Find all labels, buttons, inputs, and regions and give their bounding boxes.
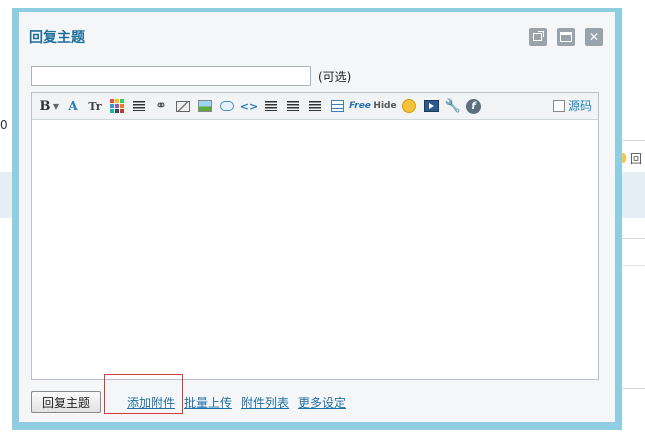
subject-row: (可选)	[31, 66, 351, 86]
maximize-icon[interactable]	[557, 28, 575, 46]
editor-toolbar: B ▼ A Tr ⚭ <> Free Hide 🔧 f 源码	[32, 93, 598, 120]
color-palette-icon[interactable]	[108, 97, 126, 115]
attachment-list-link[interactable]: 附件列表	[241, 394, 289, 411]
font-size-button[interactable]: Tr	[86, 97, 104, 115]
flash-icon[interactable]: f	[466, 98, 481, 114]
float-image-icon[interactable]	[306, 97, 324, 115]
popout-icon[interactable]	[529, 28, 547, 46]
dialog-title: 回复主题	[29, 30, 85, 46]
free-icon[interactable]: Free	[349, 97, 371, 115]
message-content-area[interactable]	[32, 120, 598, 379]
format-dropdown-chevron-icon[interactable]: ▼	[52, 97, 60, 115]
background-divider	[622, 388, 645, 389]
reply-dialog-body: 回复主题 ✕ (可选) B ▼ A Tr ⚭ <> Free Hide 🔧 f …	[19, 12, 615, 422]
message-editor: B ▼ A Tr ⚭ <> Free Hide 🔧 f 源码	[31, 92, 599, 380]
align-icon[interactable]	[130, 97, 148, 115]
table-icon[interactable]	[328, 97, 346, 115]
indent-icon[interactable]	[284, 97, 302, 115]
bold-button[interactable]: B	[38, 97, 52, 115]
smiley-icon[interactable]	[400, 97, 418, 115]
link-icon[interactable]: ⚭	[152, 97, 170, 115]
window-controls: ✕	[529, 28, 603, 46]
background-row-band	[622, 172, 645, 218]
email-icon[interactable]	[174, 97, 192, 115]
subject-input[interactable]	[31, 66, 311, 86]
code-icon[interactable]: <>	[240, 97, 258, 115]
reply-submit-button[interactable]: 回复主题	[31, 391, 101, 413]
close-glyph: ✕	[588, 30, 600, 44]
background-divider	[622, 140, 645, 141]
wrench-icon[interactable]: 🔧	[444, 97, 462, 115]
batch-upload-link[interactable]: 批量上传	[184, 394, 232, 411]
hide-icon[interactable]: Hide	[373, 97, 396, 115]
source-toggle[interactable]: 源码	[552, 97, 592, 114]
source-label[interactable]: 源码	[568, 97, 592, 114]
quote-icon[interactable]	[218, 97, 236, 115]
ordered-list-icon[interactable]	[262, 97, 280, 115]
background-row-band	[0, 172, 12, 218]
subject-optional-label: (可选)	[318, 69, 352, 84]
more-settings-link[interactable]: 更多设定	[298, 394, 346, 411]
background-divider	[622, 238, 645, 239]
background-text-fragment: 回	[630, 152, 643, 166]
background-divider	[622, 265, 645, 266]
add-attachment-highlight	[104, 374, 183, 414]
font-family-icon[interactable]: A	[64, 97, 82, 115]
source-checkbox[interactable]	[552, 99, 565, 112]
reply-dialog: 回复主题 ✕ (可选) B ▼ A Tr ⚭ <> Free Hide 🔧 f …	[12, 8, 622, 430]
image-icon[interactable]	[196, 97, 214, 115]
media-icon[interactable]	[422, 97, 440, 115]
dialog-actions: 回复主题 添加附件 批量上传 附件列表 更多设定	[31, 391, 346, 413]
background-text-fragment: 0	[0, 118, 8, 132]
close-icon[interactable]: ✕	[585, 28, 603, 46]
